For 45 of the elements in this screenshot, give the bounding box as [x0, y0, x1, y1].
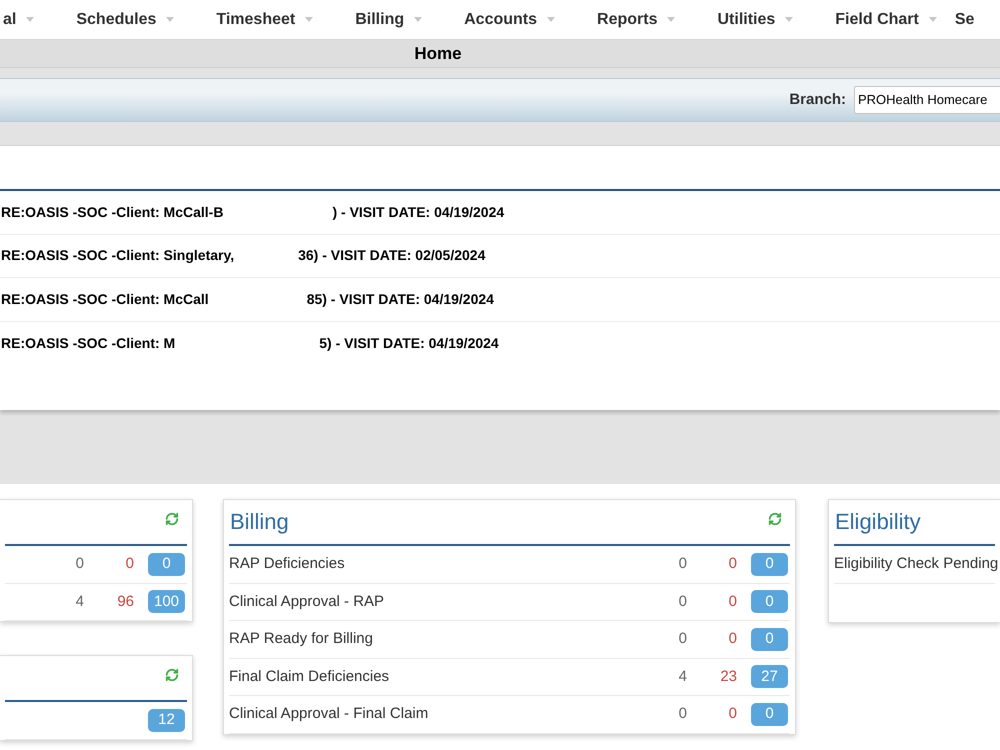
- nav-menu-item[interactable]: Field Chart: [835, 8, 937, 32]
- refresh-icon[interactable]: [165, 512, 179, 526]
- row-label: Eligibility Check Pending: [834, 554, 998, 574]
- page-title: Home: [414, 42, 462, 65]
- message-text[interactable]: RE:OASIS -SOC -Client: M: [1, 332, 176, 354]
- count-text: 0: [728, 704, 737, 724]
- refresh-icon[interactable]: [165, 668, 179, 682]
- message-text[interactable]: RE:OASIS -SOC -Client: Singletary,: [1, 245, 234, 266]
- count-text: 4: [678, 666, 687, 686]
- nav-menu-item[interactable]: Reports: [597, 8, 676, 32]
- row-label: Final Claim Deficiencies: [229, 666, 390, 686]
- refresh-icon[interactable]: [768, 512, 782, 526]
- count-text: 0: [728, 592, 737, 612]
- message-text[interactable]: RE:OASIS -SOC -Client: McCall-B: [1, 202, 224, 223]
- branch-label: Branch:: [789, 90, 846, 110]
- count-text: 0: [678, 704, 687, 724]
- row-label: RAP Ready for Billing: [229, 629, 373, 649]
- message-text[interactable]: 85) - VISIT DATE: 04/19/2024: [306, 288, 494, 310]
- row-label: Clinical Approval - Final Claim: [229, 704, 428, 724]
- nav-menu-item[interactable]: Accounts: [464, 8, 556, 32]
- count-text: 0: [728, 554, 737, 574]
- branch-field[interactable]: PROHealth Homecare: [854, 86, 1000, 114]
- nav-menu-item[interactable]: Timesheet: [216, 8, 314, 32]
- count-text: 0: [728, 629, 737, 649]
- nav-menu-item[interactable]: Se: [954, 8, 974, 32]
- count-text: 4: [76, 592, 84, 612]
- nav-menu-item[interactable]: Utilities: [717, 8, 794, 32]
- nav-menu-item[interactable]: Schedules: [76, 8, 174, 32]
- message-text[interactable]: 5) - VISIT DATE: 04/19/2024: [319, 332, 499, 354]
- count-text: 0: [126, 554, 134, 574]
- count-text: 0: [76, 554, 84, 574]
- count-text: 0: [678, 629, 687, 649]
- count-text: 23: [720, 666, 737, 686]
- row-label: RAP Deficiencies: [229, 554, 345, 574]
- widget-title: Eligibility: [835, 511, 921, 533]
- row-label: Clinical Approval - RAP: [229, 592, 384, 612]
- count-text: 0: [678, 592, 687, 612]
- message-text[interactable]: RE:OASIS -SOC -Client: McCall: [1, 288, 209, 310]
- message-text[interactable]: ) - VISIT DATE: 04/19/2024: [332, 202, 504, 223]
- nav-menu-item[interactable]: al: [3, 8, 34, 32]
- message-text[interactable]: 36) - VISIT DATE: 02/05/2024: [298, 245, 486, 266]
- count-text: 96: [117, 592, 134, 612]
- count-text: 0: [678, 554, 687, 574]
- widget-title: Billing: [230, 511, 289, 533]
- nav-menu-item[interactable]: Billing: [355, 8, 422, 32]
